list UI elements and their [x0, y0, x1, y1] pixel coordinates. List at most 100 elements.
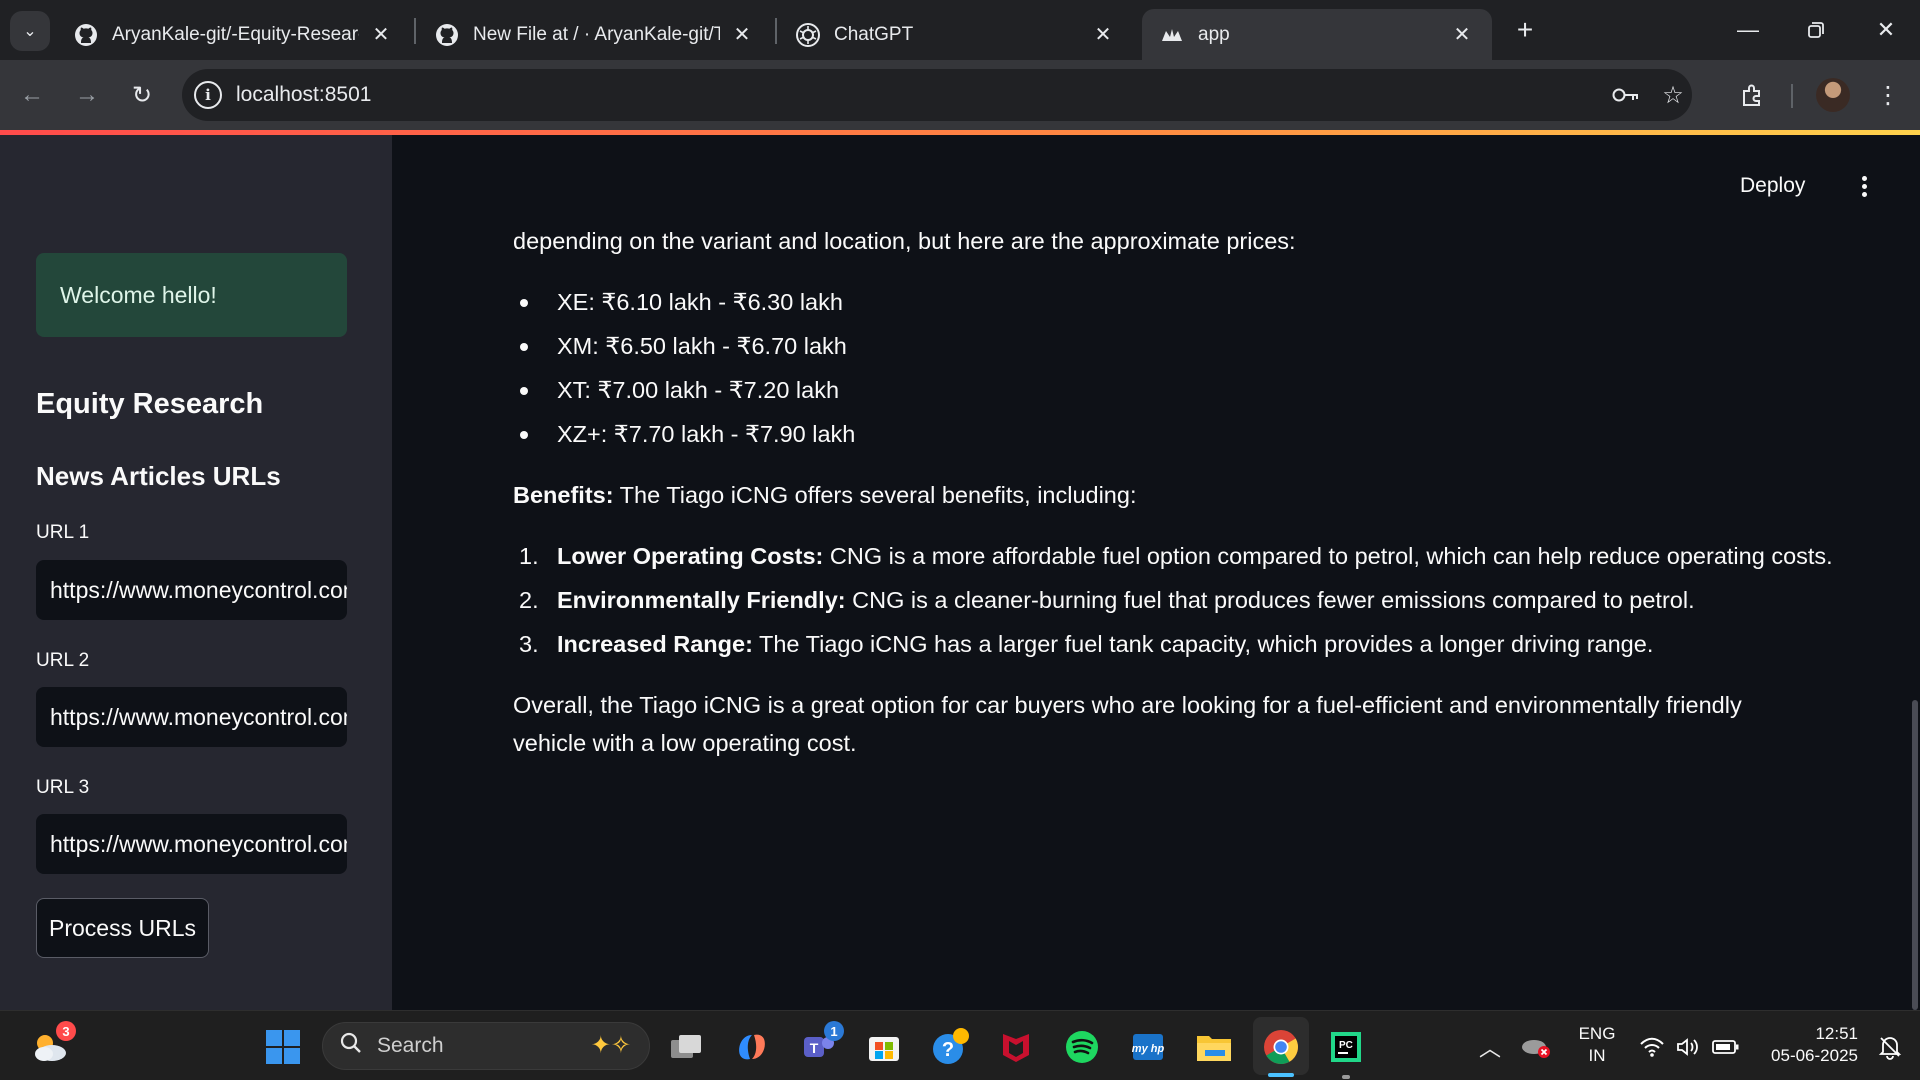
benefits-intro: The Tiago iCNG offers several benefits, … — [613, 482, 1137, 508]
list-number: 3. — [519, 631, 539, 657]
list-item: XM: ₹6.50 lakh - ₹6.70 lakh — [513, 324, 1803, 368]
copilot-icon[interactable] — [730, 1025, 774, 1069]
answer-content: depending on the variant and location, b… — [513, 222, 1833, 782]
tab-divider — [775, 18, 777, 44]
url-2-input[interactable] — [36, 687, 347, 747]
clock-date: 05-06-2025 — [1771, 1046, 1858, 1065]
clock[interactable]: 12:51 05-06-2025 — [1754, 1023, 1858, 1067]
tab-title: AryanKale-git/-Equity-Research — [112, 23, 359, 45]
process-urls-button[interactable]: Process URLs — [36, 898, 209, 958]
weather-widget[interactable]: 3 — [28, 1021, 76, 1069]
url-3-input[interactable] — [36, 814, 347, 874]
tab-title: New File at / · AryanKale-git/Te — [473, 23, 720, 45]
list-item: XT: ₹7.00 lakh - ₹7.20 lakh — [513, 368, 1803, 412]
running-app-indicator — [1342, 1075, 1350, 1079]
back-button[interactable]: ← — [14, 77, 50, 113]
region-code: IN — [1588, 1046, 1606, 1065]
windows-logo-icon — [266, 1030, 300, 1064]
reload-button[interactable]: ↻ — [124, 77, 160, 113]
close-icon[interactable]: ✕ — [730, 22, 754, 47]
extensions-icon[interactable] — [1734, 77, 1770, 113]
main-scrollbar[interactable] — [1912, 700, 1918, 1010]
list-item: XZ+: ₹7.70 lakh - ₹7.90 lakh — [513, 412, 1803, 456]
answer-intro: depending on the variant and location, b… — [513, 228, 1296, 254]
svg-text:PC: PC — [1339, 1040, 1353, 1051]
reload-icon: ↻ — [131, 81, 153, 109]
spotify-icon[interactable] — [1060, 1025, 1104, 1069]
show-hidden-icons-chevron-up-icon[interactable]: ︿ — [1468, 1025, 1512, 1069]
taskbar: 3 Search ✦✧ T 1 ? my hp PC ︿ ENG IN 12:5… — [0, 1010, 1920, 1080]
benefit-text: The Tiago iCNG has a larger fuel tank ca… — [752, 631, 1654, 657]
minimize-button[interactable]: — — [1720, 10, 1776, 50]
active-app-indicator — [1268, 1073, 1294, 1077]
list-number: 2. — [519, 587, 539, 613]
app-sidebar: Welcome hello! Equity Research News Arti… — [0, 135, 392, 1010]
benefit-title: Increased Range: — [557, 631, 753, 657]
svg-text:T: T — [810, 1040, 819, 1056]
browser-toolbar: ← → ↻ i localhost:8501 ☆ ⋮ — [0, 60, 1920, 130]
chatgpt-icon — [796, 22, 820, 47]
tab-app[interactable]: app ✕ — [1142, 9, 1492, 60]
app-menu-icon[interactable] — [1852, 170, 1876, 202]
list-item: 2. Environmentally Friendly: CNG is a cle… — [513, 578, 1803, 622]
language-code: ENG — [1578, 1024, 1616, 1043]
start-button[interactable] — [261, 1025, 305, 1069]
browser-menu-icon[interactable]: ⋮ — [1870, 77, 1906, 113]
myhp-icon[interactable]: my hp — [1126, 1025, 1170, 1069]
battery-icon[interactable] — [1704, 1025, 1748, 1069]
taskbar-search[interactable]: Search ✦✧ — [322, 1022, 650, 1070]
tab-divider — [414, 18, 416, 44]
new-tab-button[interactable]: + — [1508, 14, 1542, 46]
language-indicator[interactable]: ENG IN — [1572, 1023, 1622, 1067]
arrow-left-icon: ← — [20, 81, 44, 108]
forward-button[interactable]: → — [69, 77, 105, 113]
close-icon[interactable]: ✕ — [1091, 22, 1115, 47]
microsoft-store-icon[interactable] — [862, 1025, 906, 1069]
mcafee-icon[interactable] — [994, 1025, 1038, 1069]
url-3-label: URL 3 — [36, 777, 90, 798]
get-help-icon[interactable]: ? — [928, 1025, 972, 1069]
price-list: XE: ₹6.10 lakh - ₹6.30 lakh XM: ₹6.50 la… — [513, 280, 1803, 456]
benefit-text: CNG is a cleaner-burning fuel that produ… — [845, 587, 1695, 613]
restore-button[interactable] — [1788, 10, 1844, 50]
tab-new-file[interactable]: New File at / · AryanKale-git/Te ✕ — [417, 9, 772, 60]
deploy-button[interactable]: Deploy — [1740, 174, 1805, 198]
task-view-icon[interactable] — [665, 1025, 709, 1069]
file-explorer-icon[interactable] — [1192, 1025, 1236, 1069]
onedrive-error-icon[interactable] — [1514, 1025, 1558, 1069]
copilot-sparkle-icon: ✦✧ — [590, 1032, 631, 1059]
chrome-icon[interactable] — [1259, 1025, 1303, 1069]
benefits-label: Benefits: — [513, 482, 614, 508]
url-1-label: URL 1 — [36, 522, 90, 543]
site-info-icon[interactable]: i — [194, 81, 222, 109]
address-bar[interactable]: i localhost:8501 ☆ — [182, 69, 1692, 121]
browser-tab-bar: ⌄ AryanKale-git/-Equity-Research ✕ New F… — [0, 0, 1920, 60]
answer-conclusion: Overall, the Tiago iCNG is a great optio… — [513, 692, 1742, 756]
teams-badge: 1 — [824, 1021, 844, 1041]
search-label: Search — [377, 1034, 444, 1057]
svg-text:my hp: my hp — [1132, 1043, 1165, 1055]
password-key-icon[interactable] — [1610, 79, 1642, 111]
teams-icon[interactable]: T 1 — [796, 1021, 844, 1069]
notification-bell-icon[interactable] — [1868, 1025, 1912, 1069]
chevron-down-icon: ⌄ — [23, 23, 37, 40]
svg-text:?: ? — [942, 1039, 954, 1061]
address-text: localhost:8501 — [236, 83, 372, 106]
bookmark-star-icon[interactable]: ☆ — [1657, 79, 1689, 111]
close-icon[interactable]: ✕ — [1450, 22, 1474, 47]
url-2-label: URL 2 — [36, 650, 90, 671]
tab-equity-research[interactable]: AryanKale-git/-Equity-Research ✕ — [56, 9, 411, 60]
github-icon — [435, 23, 459, 47]
profile-avatar[interactable] — [1816, 78, 1850, 112]
pycharm-icon[interactable]: PC — [1324, 1025, 1368, 1069]
tab-search-button[interactable]: ⌄ — [10, 11, 50, 51]
close-icon[interactable]: ✕ — [369, 22, 393, 47]
tab-chatgpt[interactable]: ChatGPT ✕ — [778, 9, 1133, 60]
url-1-input[interactable] — [36, 560, 347, 620]
sidebar-title: Equity Research — [36, 388, 264, 420]
benefit-title: Environmentally Friendly: — [557, 587, 846, 613]
list-item: XE: ₹6.10 lakh - ₹6.30 lakh — [513, 280, 1803, 324]
restore-icon — [1808, 22, 1824, 38]
close-window-button[interactable]: ✕ — [1858, 10, 1914, 50]
streamlit-icon — [1160, 23, 1184, 47]
